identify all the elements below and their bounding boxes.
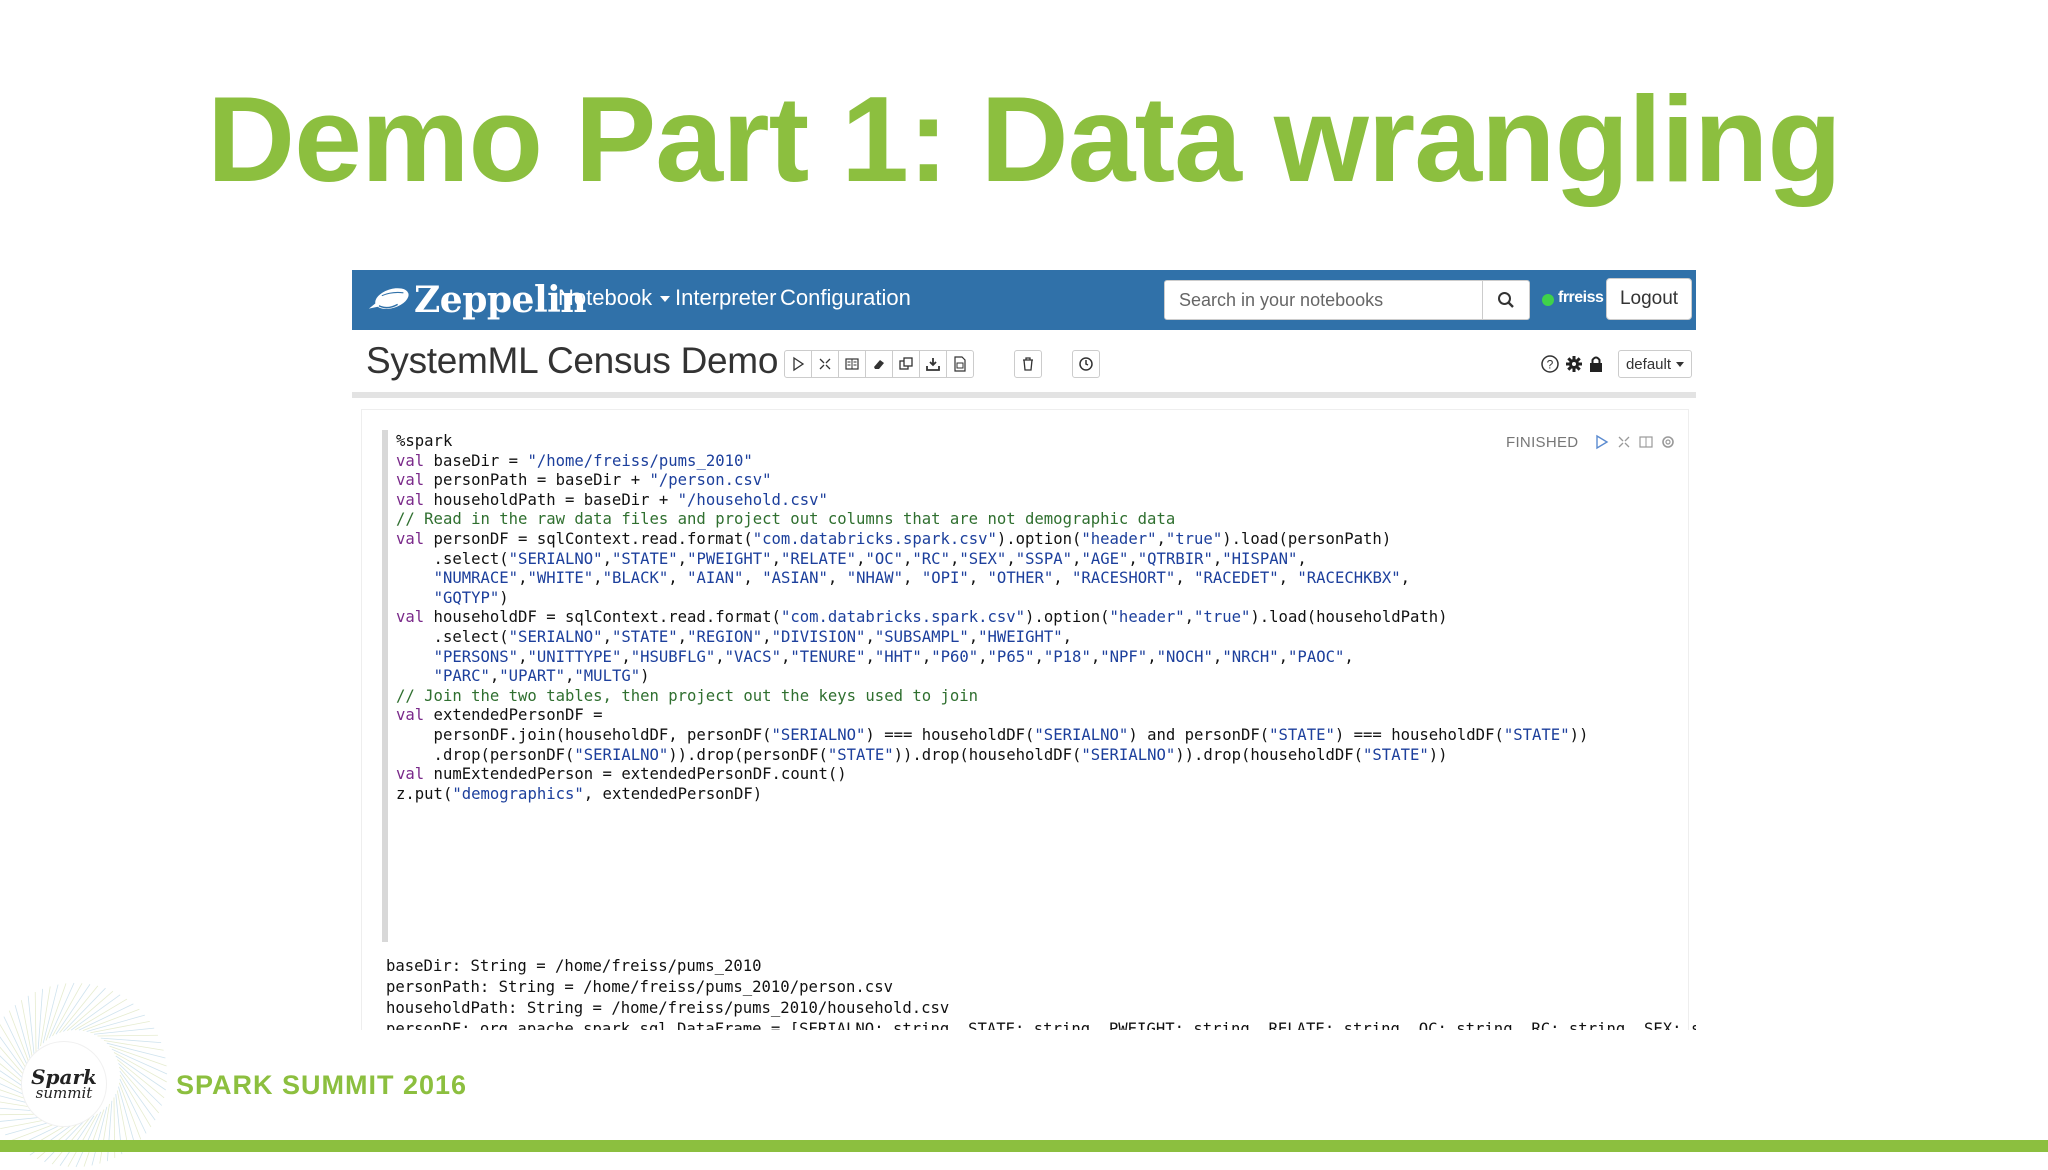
nav-notebook-label: Notebook — [558, 285, 653, 310]
clear-output-button[interactable] — [865, 350, 893, 378]
zeppelin-icon — [368, 288, 409, 309]
search-button[interactable] — [1482, 280, 1530, 320]
nav-notebook-menu[interactable]: Notebook — [558, 285, 671, 311]
output-line: baseDir: String = /home/freiss/pums_2010 — [386, 957, 762, 975]
user-name[interactable]: frreiss — [1558, 289, 1604, 307]
connection-status-icon — [1542, 294, 1554, 306]
code-line: val householdPath = baseDir + "/househol… — [396, 490, 828, 509]
hide-code-icon — [819, 358, 831, 370]
spark-summit-logo: Spark summit — [22, 1042, 106, 1126]
hide-output-icon[interactable] — [1638, 434, 1654, 450]
code-line: "PERSONS","UNITTYPE","HSUBFLG","VACS","T… — [433, 647, 1354, 666]
notebook-paragraph: FINISHED %spark val baseDir = "/home/frei… — [362, 410, 1696, 1030]
nav-interpreter[interactable]: Interpreter — [675, 285, 777, 311]
code-editor[interactable]: %spark val baseDir = "/home/freiss/pums_2… — [396, 432, 1588, 804]
code-line: %spark — [396, 432, 453, 450]
nav-configuration[interactable]: Configuration — [780, 285, 911, 311]
code-comment: // Read in the raw data files and projec… — [396, 510, 1176, 529]
code-line: z.put("demographics", extendedPersonDF) — [396, 784, 763, 803]
version-control-button[interactable] — [946, 350, 974, 378]
slide-title: Demo Part 1: Data wrangling — [207, 71, 1842, 207]
code-line: .select("SERIALNO","STATE","REGION","DIV… — [396, 627, 1073, 646]
zeppelin-logo[interactable]: Zeppelin — [366, 278, 586, 322]
view-mode-dropdown[interactable]: default — [1618, 350, 1692, 378]
output-line: householdPath: String = /home/freiss/pum… — [386, 999, 950, 1017]
code-line: "PARC","UPART","MULTG") — [433, 667, 650, 686]
code-line: val personDF = sqlContext.read.format("c… — [396, 529, 1392, 548]
header-divider — [352, 392, 1696, 398]
notebook-title[interactable]: SystemML Census Demo — [366, 340, 778, 382]
clock-icon — [1079, 357, 1093, 371]
code-comment: // Join the two tables, then project out… — [396, 686, 979, 705]
hide-output-button[interactable] — [838, 350, 866, 378]
navbar: Zeppelin Notebook Interpreter Configurat… — [352, 270, 1696, 330]
run-paragraph-icon[interactable] — [1594, 434, 1610, 450]
output-line: personPath: String = /home/freiss/pums_2… — [386, 978, 893, 996]
svg-text:?: ? — [1547, 358, 1554, 372]
clone-icon — [899, 357, 913, 370]
editor-gutter — [382, 430, 388, 942]
gear-icon[interactable] — [1564, 354, 1584, 374]
output-line: personDF: org.apache.spark.sql.DataFrame… — [386, 1020, 1696, 1030]
file-icon — [954, 356, 966, 372]
delete-group — [1014, 350, 1042, 378]
export-button[interactable] — [919, 350, 947, 378]
search-input[interactable] — [1164, 280, 1484, 320]
footer-event-name: SPARK SUMMIT 2016 — [176, 1070, 468, 1100]
code-line: personDF.join(householdDF, personDF("SER… — [396, 725, 1589, 744]
eraser-icon — [874, 360, 884, 369]
delete-button[interactable] — [1014, 350, 1042, 378]
zeppelin-window: Zeppelin Notebook Interpreter Configurat… — [352, 270, 1696, 1030]
logout-button[interactable]: Logout — [1606, 278, 1692, 320]
code-line: .select("SERIALNO","STATE","PWEIGHT","RE… — [396, 549, 1307, 568]
chevron-down-icon — [660, 296, 671, 303]
view-mode-label: default — [1625, 355, 1672, 373]
trash-icon — [1023, 357, 1033, 371]
code-line: "GQTYP") — [433, 588, 509, 607]
code-line: val numExtendedPerson = extendedPersonDF… — [396, 765, 847, 784]
chevron-down-icon — [1676, 361, 1685, 367]
help-icon[interactable]: ? — [1540, 354, 1560, 374]
download-icon — [926, 358, 940, 371]
logo-text-summit: summit — [35, 1084, 93, 1102]
paragraph-output: baseDir: String = /home/freiss/pums_2010… — [386, 956, 1696, 1030]
scheduler-group — [1072, 350, 1100, 378]
clone-button[interactable] — [892, 350, 920, 378]
hide-code-button[interactable] — [811, 350, 839, 378]
lock-icon[interactable] — [1586, 354, 1606, 374]
code-line: .drop(personDF("SERIALNO")).drop(personD… — [396, 745, 1448, 764]
footer-accent-bar — [0, 1140, 2048, 1152]
hide-editor-icon[interactable] — [1616, 434, 1632, 450]
hide-output-icon — [845, 358, 859, 370]
code-line: val personPath = baseDir + "/person.csv" — [396, 471, 772, 490]
code-line: val baseDir = "/home/freiss/pums_2010" — [396, 451, 753, 470]
code-line: "NUMRACE","WHITE","BLACK", "AIAN", "ASIA… — [433, 569, 1411, 588]
notebook-toolbar — [784, 350, 974, 378]
run-all-button[interactable] — [784, 350, 812, 378]
code-line: val extendedPersonDF = — [396, 706, 603, 725]
schedule-button[interactable] — [1072, 350, 1100, 378]
run-all-icon — [793, 356, 805, 372]
code-line: val householdDF = sqlContext.read.format… — [396, 608, 1448, 627]
search-icon — [1498, 292, 1514, 308]
paragraph-settings-icon[interactable] — [1660, 434, 1676, 450]
